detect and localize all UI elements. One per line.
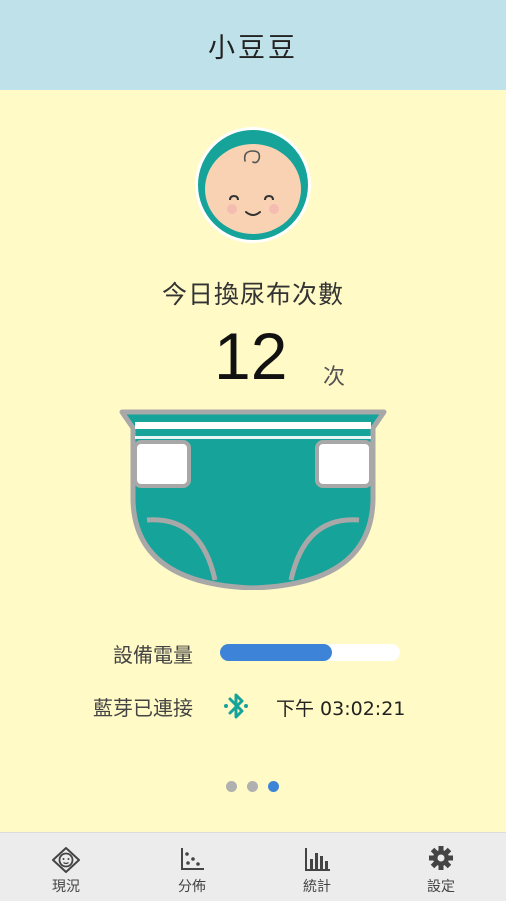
- count-unit: 次: [323, 365, 346, 390]
- baby-avatar[interactable]: [193, 125, 313, 245]
- tab-label: 統計: [303, 879, 331, 895]
- tab-distribution[interactable]: 分佈: [129, 833, 255, 901]
- tab-statistics[interactable]: 統計: [254, 833, 380, 901]
- page-dot[interactable]: [247, 781, 258, 792]
- tab-label: 分佈: [178, 879, 206, 895]
- battery-row: 設備電量: [0, 632, 506, 672]
- battery-bar-fill: [220, 644, 332, 661]
- scatter-plot-icon: [181, 848, 204, 870]
- page-dot[interactable]: [226, 781, 237, 792]
- bluetooth-row: 藍芽已連接 下午 03:02:21: [0, 685, 506, 725]
- bluetooth-icon: [224, 693, 248, 719]
- tab-settings[interactable]: 設定: [378, 833, 504, 901]
- tab-label: 現況: [52, 879, 80, 895]
- diaper-illustration: [119, 409, 387, 590]
- tab-label: 設定: [427, 879, 455, 895]
- bar-chart-icon: [305, 848, 330, 871]
- bottom-tab-bar: 現況 分佈 統計 設定: [0, 832, 506, 901]
- page-dot[interactable]: [268, 781, 279, 792]
- app-header: 小豆豆: [0, 0, 506, 90]
- tab-status[interactable]: 現況: [3, 833, 129, 901]
- diaper-count-value: 12: [214, 319, 288, 393]
- daily-diaper-count-label: 今日換尿布次數: [161, 280, 344, 309]
- gear-icon: [429, 846, 453, 870]
- page-indicator: [226, 781, 286, 793]
- bluetooth-status-label: 藍芽已連接: [93, 696, 193, 720]
- battery-label: 設備電量: [113, 643, 193, 667]
- last-sync-time: 下午 03:02:21: [276, 698, 406, 720]
- battery-bar: [220, 644, 400, 661]
- baby-face-icon: [52, 847, 80, 873]
- page-title: 小豆豆: [208, 32, 298, 64]
